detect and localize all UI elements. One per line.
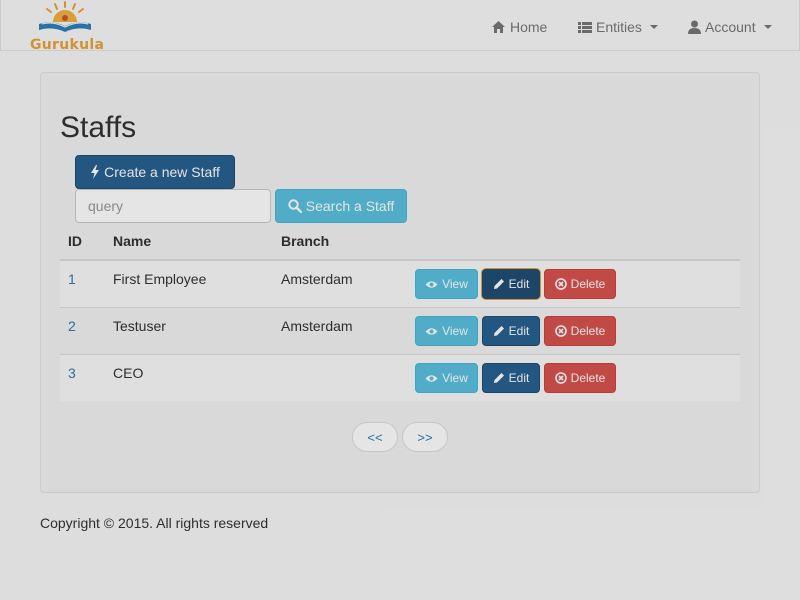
- delete-label: Delete: [570, 324, 606, 338]
- edit-button[interactable]: Edit: [482, 269, 540, 299]
- delete-label: Delete: [570, 371, 606, 385]
- remove-circle-icon: [554, 278, 567, 290]
- search-icon: [288, 199, 302, 213]
- remove-circle-icon: [554, 325, 567, 337]
- remove-circle-icon: [554, 372, 567, 384]
- column-header-branch: Branch: [281, 233, 330, 249]
- delete-label: Delete: [570, 277, 606, 291]
- column-header-name: Name: [113, 233, 152, 249]
- delete-button[interactable]: Delete: [544, 316, 616, 346]
- view-button[interactable]: View: [415, 316, 478, 346]
- search-input[interactable]: [75, 189, 271, 223]
- edit-label: Edit: [508, 371, 530, 385]
- pencil-icon: [493, 279, 504, 289]
- row-name: Testuser: [113, 318, 166, 334]
- pencil-icon: [493, 326, 504, 336]
- eye-icon: [425, 374, 438, 382]
- nav-home[interactable]: Home: [491, 17, 547, 37]
- view-label: View: [442, 277, 468, 291]
- search-staff-label: Search a Staff: [305, 198, 395, 214]
- row-id-link[interactable]: 2: [68, 318, 76, 334]
- home-icon: [492, 21, 505, 33]
- row-name: First Employee: [113, 271, 207, 287]
- search-staff-button[interactable]: Search a Staff: [275, 189, 407, 223]
- pencil-icon: [493, 373, 504, 383]
- nav-home-label: Home: [510, 19, 548, 35]
- view-label: View: [442, 324, 468, 338]
- book-sun-icon: [39, 1, 91, 32]
- footer-copyright: Copyright © 2015. All rights reserved: [40, 515, 269, 531]
- delete-button[interactable]: Delete: [544, 269, 616, 299]
- row-divider: [60, 307, 740, 308]
- create-staff-label: Create a new Staff: [104, 164, 220, 180]
- edit-button[interactable]: Edit: [482, 363, 540, 393]
- row-id-link[interactable]: 1: [68, 271, 76, 287]
- navbar: Gurukula Home Entities Account: [0, 0, 800, 54]
- nav-account-label: Account: [705, 19, 756, 35]
- page-title: Staffs: [60, 111, 137, 144]
- brand-name: Gurukula: [30, 37, 105, 53]
- edit-button[interactable]: Edit: [482, 316, 540, 346]
- pager-prev-button[interactable]: <<: [352, 422, 398, 452]
- row-branch: Amsterdam: [281, 271, 353, 287]
- brand-logo[interactable]: Gurukula: [29, 0, 109, 54]
- eye-icon: [425, 327, 438, 335]
- chevron-down-icon: [763, 25, 772, 29]
- chevron-down-icon: [649, 25, 658, 29]
- nav-entities[interactable]: Entities: [578, 17, 658, 37]
- edit-label: Edit: [508, 324, 530, 338]
- bolt-icon: [91, 165, 100, 179]
- view-label: View: [442, 371, 468, 385]
- view-button[interactable]: View: [415, 269, 478, 299]
- column-header-id: ID: [68, 233, 82, 249]
- row-name: CEO: [113, 365, 144, 381]
- create-staff-button[interactable]: Create a new Staff: [75, 155, 235, 189]
- delete-button[interactable]: Delete: [544, 363, 616, 393]
- nav-entities-label: Entities: [596, 19, 642, 35]
- edit-label: Edit: [508, 277, 530, 291]
- nav-account[interactable]: Account: [688, 17, 772, 37]
- table-row: [60, 355, 740, 401]
- eye-icon: [425, 280, 438, 288]
- row-branch: Amsterdam: [281, 318, 353, 334]
- pager-next-button[interactable]: >>: [402, 422, 448, 452]
- view-button[interactable]: View: [415, 363, 478, 393]
- user-icon: [688, 20, 701, 34]
- row-id-link[interactable]: 3: [68, 365, 76, 381]
- list-icon: [578, 21, 592, 33]
